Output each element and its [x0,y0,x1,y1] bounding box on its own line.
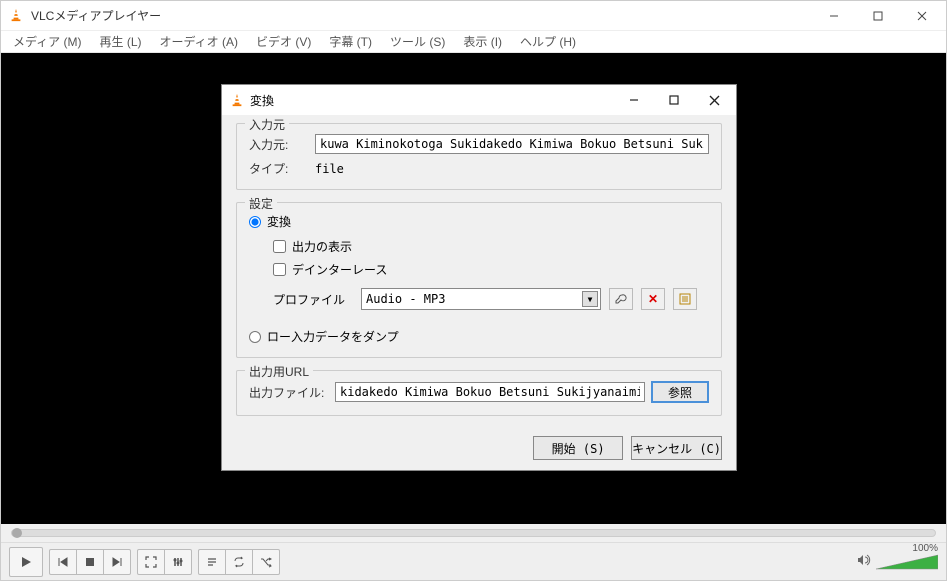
output-group-title: 出力用URL [245,363,313,380]
seek-handle[interactable] [12,528,22,538]
convert-radio[interactable] [249,216,261,228]
start-button[interactable]: 開始 (S) [533,436,623,460]
output-file-label: 出力ファイル: [249,384,329,401]
main-titlebar: VLCメディアプレイヤー [1,1,946,31]
menu-media[interactable]: メディア (M) [5,31,89,52]
loop-button[interactable] [225,549,253,575]
settings-group: 設定 変換 出力の表示 デインターレース プロファイル Audio - MP3 … [236,202,722,358]
speaker-icon[interactable] [856,553,872,570]
chevron-down-icon: ▼ [582,291,598,307]
source-group: 入力元 入力元: タイプ: file [236,123,722,190]
type-value: file [315,162,344,176]
close-button[interactable] [900,2,944,30]
dialog-close-button[interactable] [694,87,734,113]
menu-subtitle[interactable]: 字幕 (T) [321,31,380,52]
vlc-cone-icon [230,93,244,107]
source-input[interactable] [315,134,709,154]
menu-video[interactable]: ビデオ (V) [248,31,319,52]
deinterlace-label: デインターレース [292,261,387,278]
convert-radio-label: 変換 [267,213,291,230]
stop-button[interactable] [76,549,104,575]
volume-control: 100% [856,553,938,571]
show-output-label: 出力の表示 [292,238,352,255]
random-button[interactable] [252,549,280,575]
menu-tools[interactable]: ツール (S) [382,31,453,52]
cancel-button[interactable]: キャンセル (C) [631,436,722,460]
playlist-button[interactable] [198,549,226,575]
dialog-title: 変換 [250,92,614,109]
menubar: メディア (M) 再生 (L) オーディオ (A) ビデオ (V) 字幕 (T)… [1,31,946,53]
type-label: タイプ: [249,160,309,177]
menu-playback[interactable]: 再生 (L) [91,31,149,52]
dump-radio-label: ロー入力データをダンプ [267,328,399,345]
seek-bar[interactable] [1,524,946,542]
output-group: 出力用URL 出力ファイル: 参照 [236,370,722,416]
new-profile-button[interactable] [673,288,697,310]
menu-help[interactable]: ヘルプ (H) [512,31,584,52]
output-file-input[interactable] [335,382,645,402]
profile-combobox[interactable]: Audio - MP3 ▼ [361,288,601,310]
main-window-title: VLCメディアプレイヤー [31,7,812,24]
profile-value: Audio - MP3 [366,292,445,306]
fullscreen-button[interactable] [137,549,165,575]
minimize-button[interactable] [812,2,856,30]
extended-settings-button[interactable] [164,549,192,575]
convert-dialog: 変換 入力元 入力元: タイプ: file 設定 変換 出力の表示 [221,84,737,471]
dialog-maximize-button[interactable] [654,87,694,113]
browse-button[interactable]: 参照 [651,381,709,403]
delete-profile-button[interactable]: ✕ [641,288,665,310]
dialog-minimize-button[interactable] [614,87,654,113]
seek-track[interactable] [11,529,936,537]
controls-bar: 100% [1,542,946,580]
deinterlace-checkbox[interactable] [273,263,286,276]
menu-audio[interactable]: オーディオ (A) [152,31,247,52]
dialog-titlebar: 変換 [222,85,736,115]
profile-label: プロファイル [273,291,353,308]
source-group-title: 入力元 [245,116,289,133]
play-button[interactable] [9,547,43,577]
menu-view[interactable]: 表示 (I) [455,31,510,52]
show-output-checkbox[interactable] [273,240,286,253]
dump-radio[interactable] [249,331,261,343]
next-button[interactable] [103,549,131,575]
maximize-button[interactable] [856,2,900,30]
vlc-cone-icon [9,8,25,24]
source-label: 入力元: [249,136,309,153]
volume-slider[interactable]: 100% [876,553,938,571]
prev-button[interactable] [49,549,77,575]
edit-profile-button[interactable] [609,288,633,310]
settings-group-title: 設定 [245,195,277,212]
